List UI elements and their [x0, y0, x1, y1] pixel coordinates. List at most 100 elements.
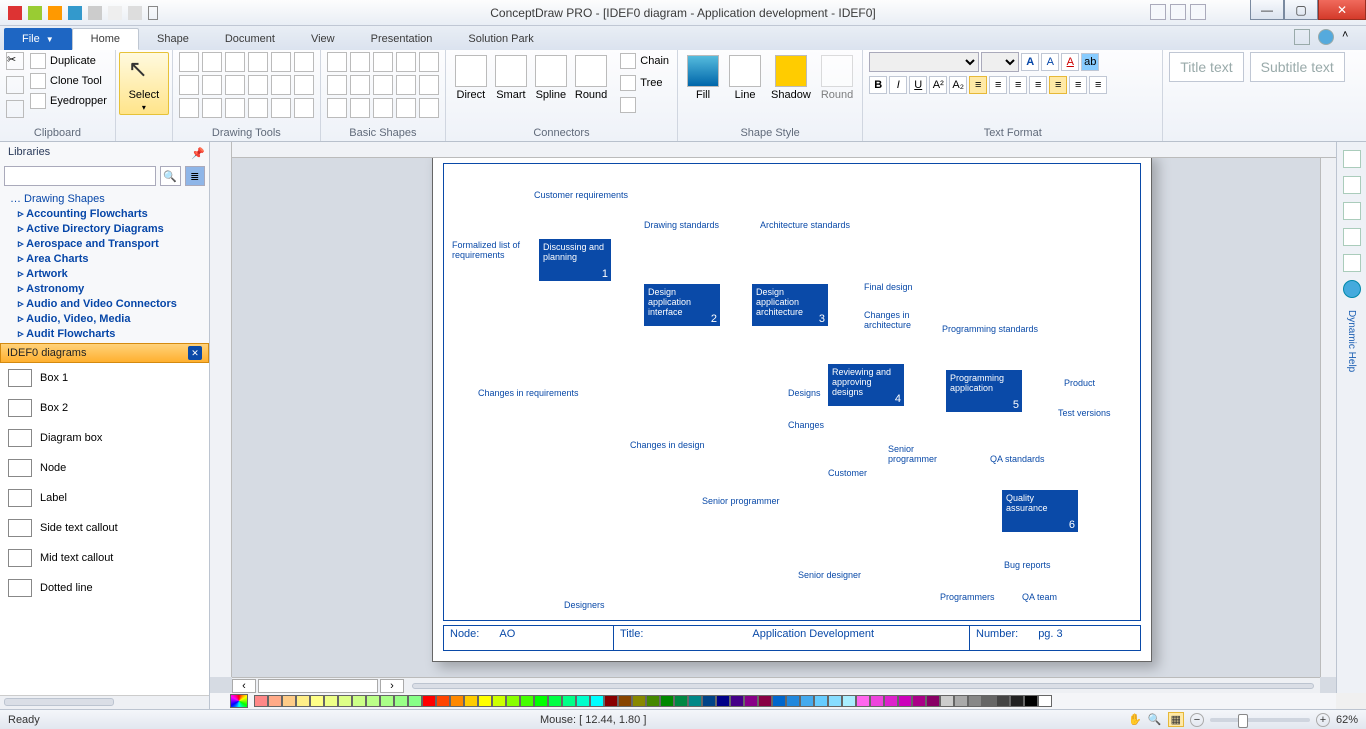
connector-smart-button[interactable]: Smart [492, 52, 530, 104]
tool-ungroup[interactable] [271, 98, 291, 118]
connector-round-button[interactable]: Round [572, 52, 610, 104]
diagram-label[interactable]: Senior programmer [702, 496, 780, 506]
close-button[interactable]: ✕ [1318, 0, 1366, 20]
shape-list[interactable]: Box 1Box 2Diagram boxNodeLabelSide text … [0, 363, 209, 695]
diagram-box[interactable]: Design application interface2 [644, 284, 720, 326]
tab-view[interactable]: View [293, 28, 353, 50]
color-swatch[interactable] [282, 695, 296, 707]
shape[interactable] [419, 98, 439, 118]
diagram-label[interactable]: Changes in requirements [478, 388, 579, 398]
connector-spline-button[interactable]: Spline [532, 52, 570, 104]
vertical-ruler[interactable] [210, 142, 232, 677]
tool-more[interactable] [294, 98, 314, 118]
diagram-box[interactable]: Reviewing and approving designs4 [828, 364, 904, 406]
style-icon[interactable] [1294, 29, 1310, 45]
diagram-label[interactable]: Drawing standards [644, 220, 719, 230]
mdi-restore-icon[interactable] [1170, 4, 1186, 20]
color-swatch[interactable] [1010, 695, 1024, 707]
library-tree-item[interactable]: … Drawing Shapes [6, 192, 203, 206]
copy-icon[interactable] [6, 76, 24, 94]
diagram-box[interactable]: Design application architecture3 [752, 284, 828, 326]
zoom-out-button[interactable]: − [1190, 713, 1204, 727]
qat-icon[interactable] [128, 6, 142, 20]
minimize-button[interactable]: — [1250, 0, 1284, 20]
italic-button[interactable]: I [889, 76, 907, 94]
qat-icon[interactable] [8, 6, 22, 20]
shape-list-item[interactable]: Dotted line [0, 573, 209, 603]
tool-point[interactable] [202, 98, 222, 118]
color-swatch[interactable] [394, 695, 408, 707]
tool-text[interactable] [179, 75, 199, 95]
diagram-label[interactable]: Architecture standards [760, 220, 850, 230]
page-viewport[interactable]: Discussing and planning1Design applicati… [232, 158, 1320, 677]
diagram-label[interactable]: Bug reports [1004, 560, 1051, 570]
tab-file[interactable]: File ▼ [4, 28, 72, 50]
shape[interactable] [419, 75, 439, 95]
color-swatch[interactable] [926, 695, 940, 707]
color-swatch[interactable] [338, 695, 352, 707]
subscript-button[interactable]: A₂ [949, 76, 967, 94]
underline-button[interactable]: U [909, 76, 927, 94]
diagram-label[interactable]: Designers [564, 600, 605, 610]
tool-ellipse[interactable] [202, 52, 222, 72]
color-swatch[interactable] [408, 695, 422, 707]
color-swatch[interactable] [884, 695, 898, 707]
diagram-box[interactable]: Quality assurance6 [1002, 490, 1078, 532]
align-right-button[interactable]: ≡ [1009, 76, 1027, 94]
font-color-button[interactable]: A [1061, 53, 1079, 71]
color-swatch[interactable] [730, 695, 744, 707]
dynamic-help-label[interactable]: Dynamic Help [1346, 310, 1357, 372]
library-tree-item[interactable]: ▹ Artwork [6, 266, 203, 281]
diagram-label[interactable]: QA standards [990, 454, 1045, 464]
tool-erase[interactable] [225, 98, 245, 118]
tool-crop[interactable] [179, 98, 199, 118]
page-prev-button[interactable]: ‹ [232, 679, 256, 693]
diagram-label[interactable]: Senior programmer [888, 444, 948, 464]
library-tree-item[interactable]: ▹ Active Directory Diagrams [6, 221, 203, 236]
shape[interactable] [396, 75, 416, 95]
shape-list-item[interactable]: Side text callout [0, 513, 209, 543]
tool-line[interactable] [225, 52, 245, 72]
color-swatch[interactable] [464, 695, 478, 707]
tool-curve[interactable] [248, 52, 268, 72]
tab-presentation[interactable]: Presentation [353, 28, 451, 50]
select-tool-button[interactable]: ↖ Select ▾ [119, 52, 169, 115]
tab-home[interactable]: Home [72, 28, 139, 50]
qat-icon[interactable] [48, 6, 62, 20]
color-swatch[interactable] [436, 695, 450, 707]
qat-icon[interactable] [108, 6, 122, 20]
superscript-button[interactable]: A² [929, 76, 947, 94]
zoom-tool-icon[interactable]: 🔍 [1148, 713, 1162, 726]
hscroll-thumb[interactable] [412, 681, 1314, 691]
tool-group[interactable] [248, 98, 268, 118]
color-swatch[interactable] [268, 695, 282, 707]
color-swatch[interactable] [870, 695, 884, 707]
diagram-label[interactable]: Customer requirements [534, 190, 628, 200]
eyedropper-button[interactable]: Eyedropper [28, 92, 109, 110]
tool-arrow[interactable] [225, 75, 245, 95]
active-library-tab[interactable]: IDEF0 diagrams ✕ [0, 343, 209, 363]
color-swatch[interactable] [450, 695, 464, 707]
color-swatch[interactable] [1038, 695, 1052, 707]
align-left-button[interactable]: ≡ [969, 76, 987, 94]
color-swatch[interactable] [814, 695, 828, 707]
page-next-button[interactable]: › [380, 679, 404, 693]
library-tree[interactable]: … Drawing Shapes▹ Accounting Flowcharts▹… [0, 190, 209, 343]
shadow-button[interactable]: Shadow [768, 52, 814, 104]
library-tree-item[interactable]: ▹ Astronomy [6, 281, 203, 296]
shape[interactable] [373, 75, 393, 95]
shape-list-item[interactable]: Node [0, 453, 209, 483]
increase-font-button[interactable]: A [1021, 53, 1039, 71]
diagram-label[interactable]: Programming standards [942, 324, 1038, 334]
tool-freehand[interactable] [294, 52, 314, 72]
diagram-label[interactable]: Formalized list of requirements [452, 240, 532, 260]
vertical-scrollbar[interactable] [1320, 158, 1336, 677]
fit-page-icon[interactable]: ▦ [1168, 712, 1184, 727]
color-swatch[interactable] [912, 695, 926, 707]
color-swatch[interactable] [562, 695, 576, 707]
font-size-select[interactable] [981, 52, 1019, 72]
library-tree-item[interactable]: ▹ Aerospace and Transport [6, 236, 203, 251]
shape[interactable] [396, 52, 416, 72]
tab-solution-park[interactable]: Solution Park [450, 28, 551, 50]
color-swatch[interactable] [646, 695, 660, 707]
